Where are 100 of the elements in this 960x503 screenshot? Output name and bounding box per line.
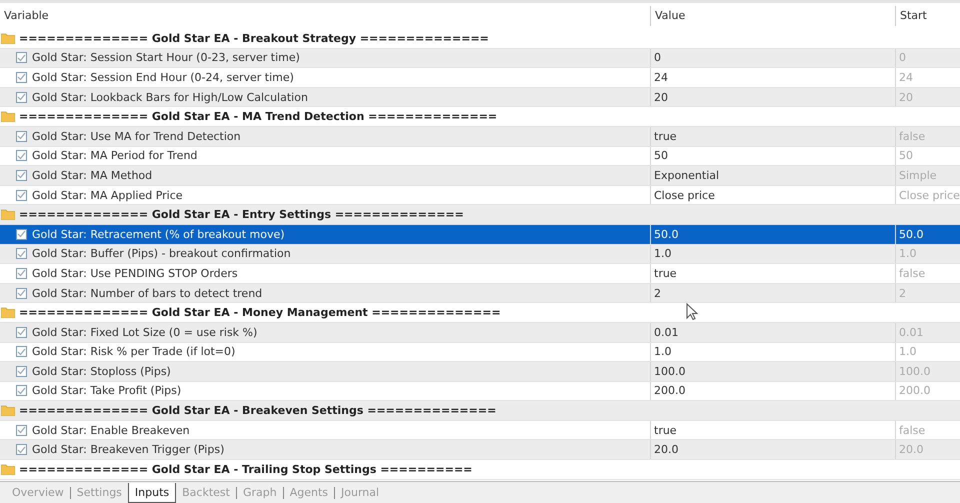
parameter-name: Gold Star: Use MA for Trend Detection xyxy=(32,130,241,143)
checkbox[interactable] xyxy=(16,366,27,377)
parameter-value[interactable]: 24 xyxy=(654,70,668,84)
folder-icon xyxy=(1,111,15,122)
parameter-value[interactable]: 200.0 xyxy=(654,384,686,398)
parameter-value[interactable]: 2 xyxy=(654,286,661,300)
parameter-value[interactable]: true xyxy=(654,424,677,437)
checkbox[interactable] xyxy=(16,326,27,338)
folder-icon xyxy=(1,209,15,220)
group-title: ============== Gold Star EA - Money Management ============== xyxy=(19,306,501,320)
checkbox[interactable] xyxy=(16,52,27,64)
parameter-value[interactable]: 0.01 xyxy=(654,326,678,339)
group-title: ============== Gold Star EA - Breakout Strategy ============== xyxy=(19,32,489,45)
parameter-name: Gold Star: Stoploss (Pips) xyxy=(32,364,171,378)
parameter-row[interactable]: Gold Star: MA Applied Price Close price Close price xyxy=(0,186,960,206)
checkbox[interactable] xyxy=(16,346,27,358)
group-title: ============== Gold Star EA - Entry Settings ============== xyxy=(19,208,464,222)
parameter-name: Gold Star: Enable Breakeven xyxy=(32,424,190,437)
checkbox[interactable] xyxy=(16,248,27,260)
parameter-row[interactable]: Gold Star: Breakeven Trigger (Pips) 20.0 20.0 xyxy=(0,440,960,460)
parameter-row[interactable]: Gold Star: MA Period for Trend 50 50 xyxy=(0,146,960,166)
folder-icon xyxy=(1,464,15,475)
folder-icon xyxy=(1,32,15,44)
parameter-name: Gold Star: Number of bars to detect trend xyxy=(32,286,262,300)
start-value: 2 xyxy=(899,286,906,300)
parameter-row[interactable]: Gold Star: Take Profit (Pips) 200.0 200.0 xyxy=(0,382,960,402)
parameter-value[interactable]: Exponential xyxy=(654,168,720,182)
parameter-value[interactable]: 100.0 xyxy=(654,364,686,378)
start-value: 50 xyxy=(899,149,913,162)
column-header[interactable]: Start xyxy=(895,6,960,26)
group-title: ============== Gold Star EA - MA Trend Detection ============== xyxy=(19,110,498,124)
checkbox[interactable] xyxy=(16,150,27,162)
checkbox[interactable] xyxy=(16,268,27,279)
checkbox[interactable] xyxy=(16,228,27,240)
parameter-row[interactable]: Gold Star: Fixed Lot Size (0 = use risk %) 0.01 0.01 xyxy=(0,322,960,342)
start-value: false xyxy=(899,130,926,143)
start-value: 0 xyxy=(899,51,906,64)
parameter-row[interactable]: Gold Star: Session Start Hour (0-23, server time) 0 0 xyxy=(0,48,960,68)
parameter-value[interactable]: 1.0 xyxy=(654,247,672,260)
start-value: 20.0 xyxy=(899,443,924,456)
folder-icon xyxy=(1,405,15,416)
checkbox[interactable] xyxy=(16,190,27,201)
parameter-name: Gold Star: Risk % per Trade (if lot=0) xyxy=(32,345,236,358)
parameter-name: Gold Star: Buffer (Pips) - breakout confirmation xyxy=(32,247,291,260)
start-value: Simple xyxy=(899,168,937,182)
parameter-value[interactable]: Close price xyxy=(654,188,715,202)
parameter-row[interactable]: Gold Star: Retracement (% of breakout move) 50.0 50.0 xyxy=(0,224,960,245)
parameter-row[interactable]: Gold Star: Enable Breakeven true false xyxy=(0,420,960,440)
parameter-name: Gold Star: MA Method xyxy=(32,168,152,182)
checkbox[interactable] xyxy=(16,424,27,436)
checkbox[interactable] xyxy=(16,170,27,181)
parameter-value[interactable]: 50 xyxy=(654,149,668,162)
start-value: false xyxy=(899,266,926,280)
parameter-name: Gold Star: Take Profit (Pips) xyxy=(32,384,182,398)
start-value: 0.01 xyxy=(899,326,924,339)
start-value: 1.0 xyxy=(899,247,916,260)
parameter-name: Gold Star: MA Period for Trend xyxy=(32,149,198,162)
parameter-row[interactable]: Gold Star: MA Method Exponential Simple xyxy=(0,166,960,186)
parameter-value[interactable]: 20.0 xyxy=(654,443,678,456)
start-value: 24 xyxy=(899,70,913,84)
start-value: 200.0 xyxy=(899,384,930,398)
parameter-value[interactable]: true xyxy=(654,130,677,143)
checkbox[interactable] xyxy=(16,444,27,456)
checkbox[interactable] xyxy=(16,130,27,142)
parameter-value[interactable]: 20 xyxy=(654,90,668,104)
group-title: ============== Gold Star EA - Trailing Stop Settings ========== xyxy=(19,462,472,476)
parameter-name: Gold Star: Breakeven Trigger (Pips) xyxy=(32,443,224,456)
checkbox[interactable] xyxy=(16,72,27,83)
parameter-name: Gold Star: Session Start Hour (0-23, server time) xyxy=(32,51,300,64)
parameter-name: Gold Star: Retracement (% of breakout move) xyxy=(32,228,285,241)
parameter-value[interactable]: 50.0 xyxy=(654,228,678,241)
parameter-row[interactable]: Gold Star: Risk % per Trade (if lot=0) 1.0 1.0 xyxy=(0,342,960,362)
checkbox[interactable] xyxy=(16,288,27,299)
parameter-name: Gold Star: MA Applied Price xyxy=(32,188,183,202)
parameter-value[interactable]: true xyxy=(654,266,677,280)
checkbox[interactable] xyxy=(16,92,27,103)
start-value: 20 xyxy=(899,90,913,104)
parameter-row[interactable]: Gold Star: Lookback Bars for High/Low Calculation 20 20 xyxy=(0,88,960,108)
start-value: Close price xyxy=(899,188,960,202)
parameter-row[interactable]: Gold Star: Stoploss (Pips) 100.0 100.0 xyxy=(0,362,960,382)
column-header[interactable]: Variable xyxy=(0,6,650,26)
tab[interactable]: Inputs xyxy=(128,482,176,502)
parameter-row[interactable]: Gold Star: Number of bars to detect trend 2 2 xyxy=(0,284,960,304)
parameter-name: Gold Star: Lookback Bars for High/Low Calculation xyxy=(32,90,308,104)
parameter-row[interactable]: Gold Star: Use MA for Trend Detection true false xyxy=(0,126,960,147)
parameter-row[interactable]: Gold Star: Session End Hour (0-24, server time) 24 24 xyxy=(0,68,960,88)
parameter-row[interactable]: Gold Star: Use PENDING STOP Orders true false xyxy=(0,264,960,284)
group-title: ============== Gold Star EA - Breakeven Settings ============== xyxy=(19,404,496,418)
folder-icon xyxy=(1,307,15,318)
parameter-name: Gold Star: Fixed Lot Size (0 = use risk %) xyxy=(32,326,258,339)
parameter-row[interactable]: Gold Star: Buffer (Pips) - breakout confirmation 1.0 1.0 xyxy=(0,244,960,264)
parameter-name: Gold Star: Session End Hour (0-24, server time) xyxy=(32,70,294,84)
parameter-value[interactable]: 1.0 xyxy=(654,345,672,358)
checkbox[interactable] xyxy=(16,385,27,396)
start-value: 50.0 xyxy=(899,228,924,241)
start-value: 100.0 xyxy=(899,364,930,378)
parameter-value[interactable]: 0 xyxy=(654,51,661,64)
column-header[interactable]: Value xyxy=(650,6,895,26)
start-value: false xyxy=(899,424,926,437)
parameter-name: Gold Star: Use PENDING STOP Orders xyxy=(32,266,238,280)
